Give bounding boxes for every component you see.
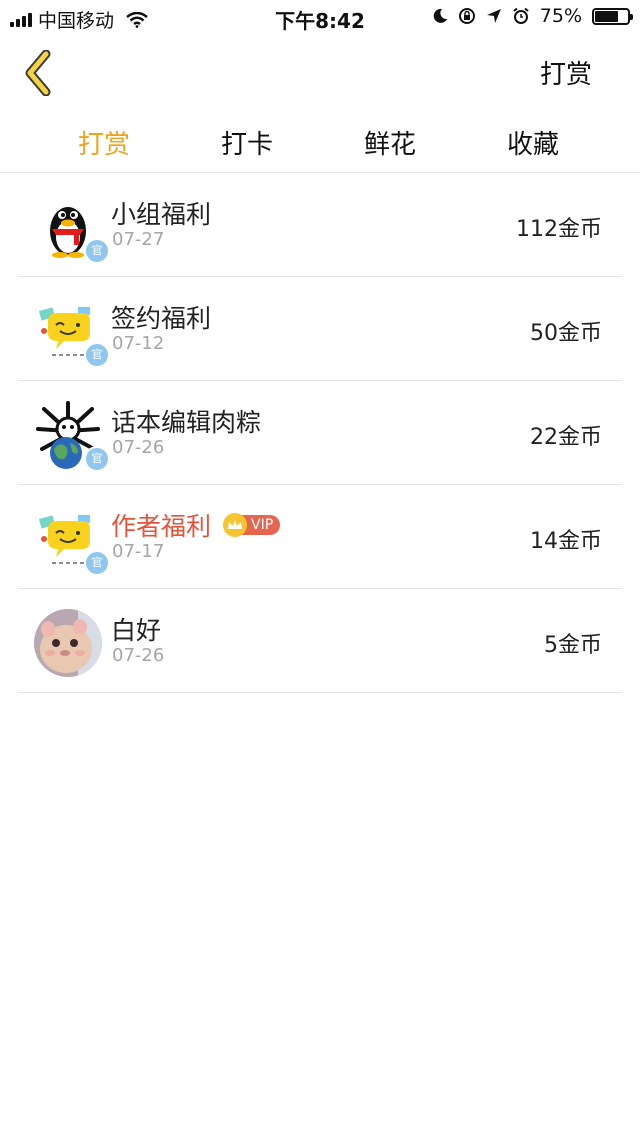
official-badge: 官 xyxy=(84,446,110,472)
reward-list: 官 小组福利 07-27 112金币 官 签约福利 07-12 50金币 官 话… xyxy=(18,173,622,693)
list-item-name: 话本编辑肉粽 xyxy=(111,408,262,437)
nav-bar: 打赏 xyxy=(0,36,640,110)
list-item-name: 白好 xyxy=(111,616,162,645)
list-item-amount: 5金币 xyxy=(544,633,602,658)
list-item-date: 07-26 xyxy=(112,437,165,458)
list-item-name: 小组福利 xyxy=(111,200,212,229)
tab-favorites[interactable]: 收藏 xyxy=(473,124,593,161)
location-arrow-icon xyxy=(486,9,501,23)
status-bar: 中国移动 下午8:42 75% xyxy=(0,0,640,36)
moon-icon xyxy=(433,8,447,23)
battery-percent: 75% xyxy=(539,5,582,27)
official-badge: 官 xyxy=(84,342,110,368)
back-button[interactable] xyxy=(22,49,62,97)
list-item[interactable]: 官 小组福利 07-27 112金币 xyxy=(18,173,622,277)
tab-flowers[interactable]: 鲜花 xyxy=(330,124,450,161)
crown-icon xyxy=(223,513,248,537)
list-item-amount: 112金币 xyxy=(516,217,602,242)
chevron-left-icon xyxy=(25,49,51,97)
list-item-date: 07-12 xyxy=(112,333,165,354)
list-item[interactable]: 白好 07-26 5金币 xyxy=(18,589,622,693)
hamster-photo-avatar xyxy=(34,609,102,677)
list-item[interactable]: 官 签约福利 07-12 50金币 xyxy=(18,277,622,381)
list-item[interactable]: 官 话本编辑肉粽 07-26 22金币 xyxy=(18,381,622,485)
list-item-name: 作者福利 VIP xyxy=(111,507,281,543)
tab-checkin[interactable]: 打卡 xyxy=(187,124,307,161)
list-item-amount: 50金币 xyxy=(530,321,602,346)
battery-icon xyxy=(592,7,633,25)
reward-button[interactable]: 打赏 xyxy=(540,54,592,91)
vip-badge: VIP xyxy=(223,513,281,537)
tab-bar: 打赏 打卡 鲜花 收藏 xyxy=(0,110,640,173)
list-item-date: 07-27 xyxy=(112,229,165,250)
list-item-name: 签约福利 xyxy=(111,304,212,333)
alarm-icon xyxy=(513,7,529,24)
list-item[interactable]: 官 作者福利 VIP 07-17 14金币 xyxy=(18,485,622,589)
list-item-date: 07-26 xyxy=(112,645,165,666)
battery-fill xyxy=(595,10,618,22)
rotation-lock-icon xyxy=(458,8,475,24)
list-item-date: 07-17 xyxy=(112,541,165,562)
list-item-amount: 14金币 xyxy=(530,529,602,554)
tab-reward[interactable]: 打赏 xyxy=(44,124,164,161)
official-badge: 官 xyxy=(84,238,110,264)
list-item-amount: 22金币 xyxy=(530,425,602,450)
official-badge: 官 xyxy=(84,550,110,576)
